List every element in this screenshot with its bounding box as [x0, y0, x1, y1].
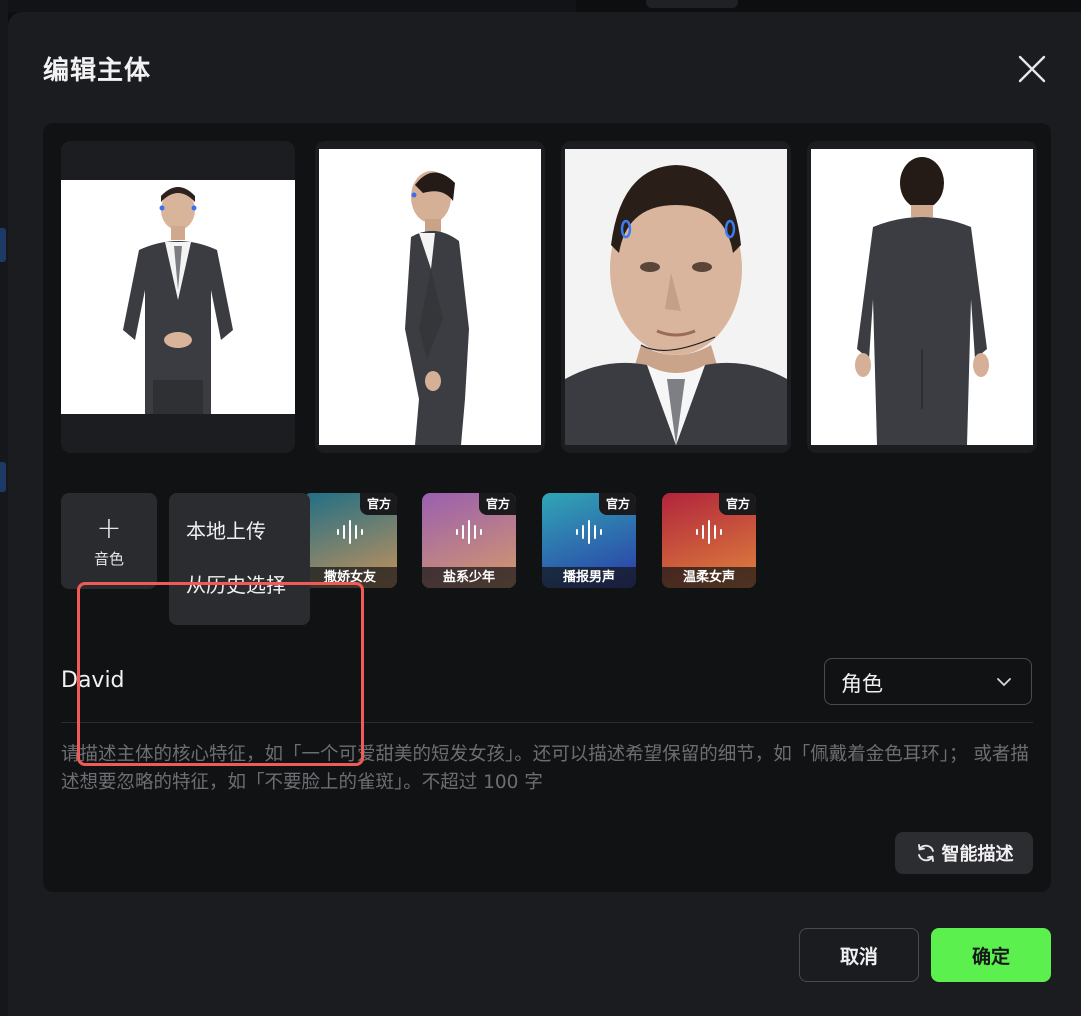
confirm-button[interactable]: 确定 — [931, 928, 1051, 982]
person-back-image — [811, 149, 1033, 445]
waveform-icon — [576, 520, 602, 544]
official-badge: 官方 — [359, 493, 397, 515]
menu-item-upload-local[interactable]: 本地上传 — [169, 514, 310, 568]
plus-icon: + — [96, 510, 122, 546]
image-card-face[interactable] — [561, 141, 791, 453]
voice-option-1[interactable]: 官方 撒娇女友 — [303, 493, 397, 588]
person-side-image — [319, 149, 541, 445]
cancel-button[interactable]: 取消 — [799, 928, 919, 982]
smart-describe-label: 智能描述 — [941, 844, 1014, 865]
dialog-title: 编辑主体 — [43, 56, 152, 86]
waveform-icon — [456, 520, 482, 544]
voice-option-name: 温柔女声 — [662, 567, 756, 588]
voice-option-name: 撒娇女友 — [303, 567, 397, 588]
official-badge: 官方 — [718, 493, 756, 515]
voice-source-menu: 本地上传 从历史选择 — [169, 493, 310, 625]
add-voice-button[interactable]: + 音色 — [61, 493, 157, 589]
smart-describe-button[interactable]: 智能描述 — [895, 832, 1033, 874]
background-tab — [646, 0, 738, 8]
subject-name[interactable]: David — [61, 668, 125, 693]
voice-option-name: 播报男声 — [542, 567, 636, 588]
voice-option-2[interactable]: 官方 盐系少年 — [422, 493, 516, 588]
menu-item-from-history[interactable]: 从历史选择 — [169, 568, 310, 622]
image-card-back[interactable] — [807, 141, 1037, 453]
add-voice-label: 音色 — [93, 549, 124, 568]
voice-option-3[interactable]: 官方 播报男声 — [542, 493, 636, 588]
description-input[interactable] — [61, 741, 1033, 811]
waveform-icon — [337, 520, 363, 544]
background-marker — [0, 228, 6, 262]
close-icon — [1018, 55, 1046, 83]
background-topbar — [0, 0, 576, 12]
refresh-icon — [917, 844, 934, 862]
image-card-front[interactable] — [61, 141, 295, 453]
role-select[interactable]: 角色 — [824, 658, 1032, 705]
official-badge: 官方 — [598, 493, 636, 515]
official-badge: 官方 — [478, 493, 516, 515]
role-select-value: 角色 — [841, 672, 883, 696]
close-button[interactable] — [1014, 51, 1050, 87]
divider — [61, 722, 1033, 723]
edit-subject-dialog: 编辑主体 + 音色 官方 撒娇女友 官方 盐系少年 官方 播报男声 官方 温柔女… — [8, 12, 1081, 1016]
voice-option-4[interactable]: 官方 温柔女声 — [662, 493, 756, 588]
voice-option-name: 盐系少年 — [422, 567, 516, 588]
waveform-icon — [696, 520, 722, 544]
chevron-down-icon — [997, 678, 1011, 686]
background-marker — [0, 462, 6, 492]
background-sidebar — [0, 0, 8, 1016]
image-card-side[interactable] — [315, 141, 545, 453]
person-face-image — [565, 149, 787, 445]
person-front-image — [61, 180, 295, 414]
content-panel: + 音色 官方 撒娇女友 官方 盐系少年 官方 播报男声 官方 温柔女声 本地上… — [43, 123, 1051, 892]
